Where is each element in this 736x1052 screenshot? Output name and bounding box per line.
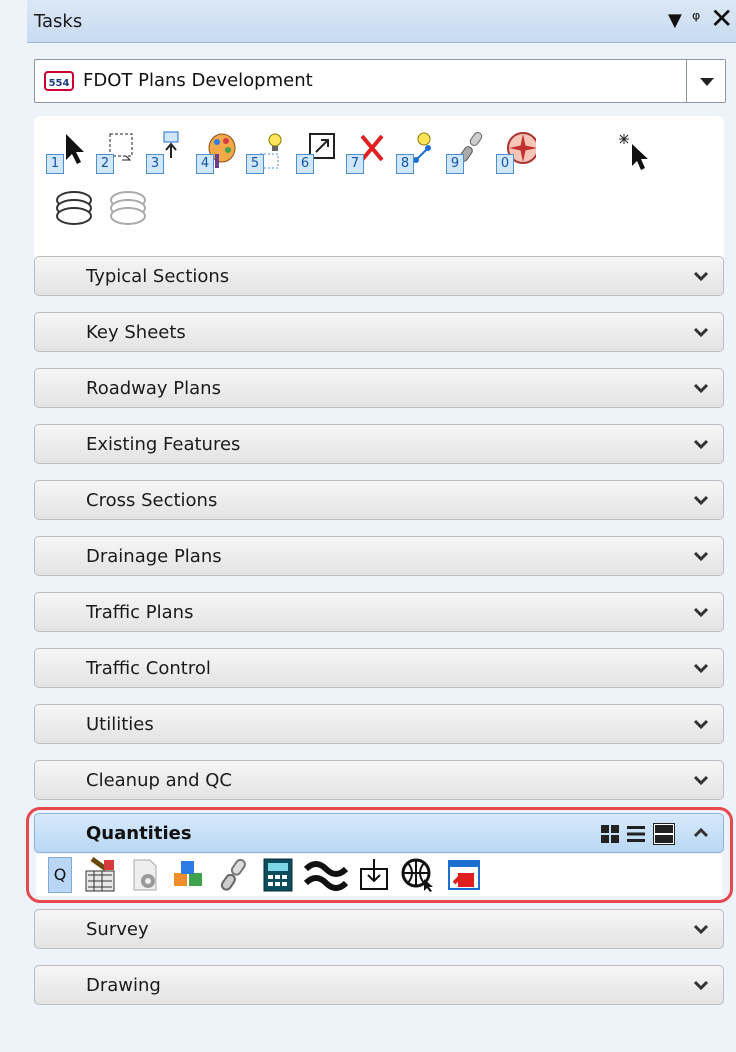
section-existing-features[interactable]: Existing Features <box>34 424 724 464</box>
pin-icon[interactable]: ᵠ <box>692 7 700 31</box>
highlight-tool[interactable]: 5 <box>246 130 286 174</box>
dimension-tool[interactable]: 8 <box>396 130 436 174</box>
tool-number: 4 <box>196 154 214 174</box>
chevron-down-icon <box>693 383 709 394</box>
select-tool[interactable]: 1 <box>46 130 86 174</box>
section-label: Drawing <box>86 975 161 996</box>
tool-number: 1 <box>46 154 64 174</box>
section-label: Roadway Plans <box>86 378 221 399</box>
section-label: Typical Sections <box>86 266 230 287</box>
section-label: Cleanup and QC <box>86 770 232 791</box>
chevron-down-icon <box>693 607 709 618</box>
section-label: Survey <box>86 919 149 940</box>
panel-title: Tasks <box>34 11 83 32</box>
workflow-dropdown[interactable]: 554 FDOT Plans Development <box>34 59 726 103</box>
chevron-down-icon <box>693 551 709 562</box>
section-label: Traffic Control <box>86 658 211 679</box>
section-label: Cross Sections <box>86 490 218 511</box>
layers-gray-tool[interactable] <box>108 190 148 234</box>
tool-number: 7 <box>346 154 364 174</box>
section-survey[interactable]: Survey <box>34 909 724 949</box>
toolbox: 1 2 3 4 5 6 7 8 9 0 <box>34 116 724 266</box>
section-typical-sections[interactable]: Typical Sections <box>34 256 724 296</box>
layers-color-tool[interactable] <box>54 190 94 234</box>
workflow-selected-value: FDOT Plans Development <box>83 70 313 91</box>
fdot-shield-icon: 554 <box>44 71 74 91</box>
section-drawing[interactable]: Drawing <box>34 965 724 1005</box>
move-fence-tool[interactable]: 3 <box>146 130 186 174</box>
section-traffic-control[interactable]: Traffic Control <box>34 648 724 688</box>
tool-number: 8 <box>396 154 414 174</box>
section-cleanup-and-qc[interactable]: Cleanup and QC <box>34 760 724 800</box>
tool-number: 0 <box>496 154 514 174</box>
chevron-down-icon <box>693 327 709 338</box>
section-cross-sections[interactable]: Cross Sections <box>34 480 724 520</box>
sparkle-select-icon <box>619 134 648 170</box>
chevron-down-icon <box>693 775 709 786</box>
section-key-sheets[interactable]: Key Sheets <box>34 312 724 352</box>
tool-number: 9 <box>446 154 464 174</box>
delete-tool[interactable]: 7 <box>346 130 386 174</box>
task-panel-titlebar: Tasks ▼ ᵠ ✕ <box>27 0 736 43</box>
chevron-down-icon <box>693 719 709 730</box>
menu-arrow-icon[interactable]: ▼ <box>668 10 682 31</box>
chevron-down-icon <box>693 924 709 935</box>
section-label: Traffic Plans <box>86 602 194 623</box>
svg-text:554: 554 <box>49 78 70 89</box>
section-label: Key Sheets <box>86 322 186 343</box>
section-label: Drainage Plans <box>86 546 222 567</box>
palette-tool[interactable]: 4 <box>196 130 236 174</box>
section-label: Utilities <box>86 714 154 735</box>
link-tool[interactable]: 9 <box>446 130 486 174</box>
section-utilities[interactable]: Utilities <box>34 704 724 744</box>
tool-number: 3 <box>146 154 164 174</box>
tool-number: 5 <box>246 154 264 174</box>
section-drainage-plans[interactable]: Drainage Plans <box>34 536 724 576</box>
chevron-down-icon <box>693 271 709 282</box>
chevron-down-icon <box>693 495 709 506</box>
tool-number: 6 <box>296 154 314 174</box>
scale-tool[interactable]: 6 <box>296 130 336 174</box>
sparkle-select-tool[interactable] <box>614 130 654 174</box>
section-traffic-plans[interactable]: Traffic Plans <box>34 592 724 632</box>
chevron-down-icon <box>693 439 709 450</box>
section-label: Existing Features <box>86 434 241 455</box>
layers-gray-icon <box>110 191 146 225</box>
dropdown-arrow-button[interactable] <box>686 60 725 102</box>
close-icon[interactable]: ✕ <box>710 2 733 35</box>
chevron-down-icon <box>693 980 709 991</box>
chevron-down-icon <box>693 663 709 674</box>
section-roadway-plans[interactable]: Roadway Plans <box>34 368 724 408</box>
layers-color-icon <box>56 191 92 225</box>
highlight-ring <box>26 807 733 903</box>
fence-tool[interactable]: 2 <box>96 130 136 174</box>
compass-tool[interactable]: 0 <box>496 130 539 174</box>
tool-number: 2 <box>96 154 114 174</box>
